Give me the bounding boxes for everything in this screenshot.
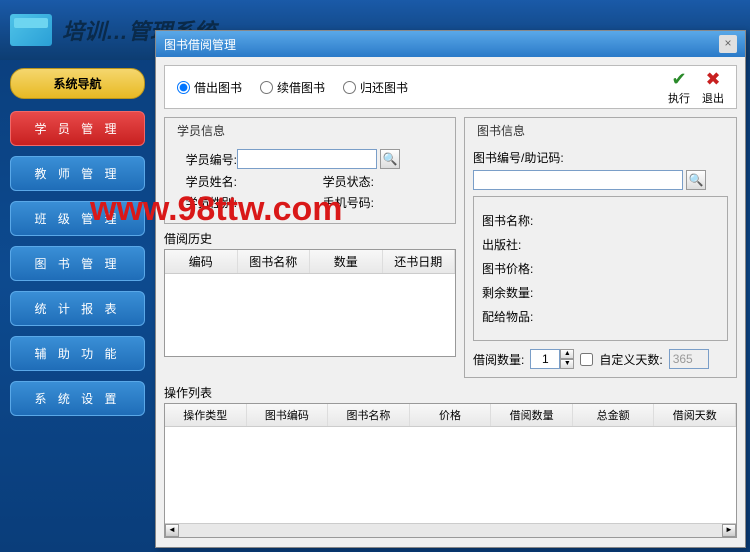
- book-publisher-label: 出版社:: [482, 236, 521, 253]
- toolbar: 借出图书 续借图书 归还图书 ✔ 执行 ✖ 退出: [164, 65, 737, 109]
- student-status-label: 学员状态:: [310, 173, 374, 190]
- history-col-return[interactable]: 还书日期: [383, 250, 456, 273]
- borrow-qty-input[interactable]: [530, 349, 560, 369]
- book-price-label: 图书价格:: [482, 260, 533, 277]
- ops-col-qty[interactable]: 借阅数量: [491, 404, 573, 426]
- student-phone-label: 手机号码:: [310, 194, 374, 211]
- ops-col-name[interactable]: 图书名称: [328, 404, 410, 426]
- search-icon: 🔍: [689, 173, 704, 187]
- close-icon[interactable]: ×: [719, 35, 737, 53]
- history-legend: 借阅历史: [164, 230, 456, 247]
- scroll-left-icon[interactable]: ◄: [165, 524, 179, 537]
- student-fieldset: 学员信息 学员编号: 🔍 学员姓名: 学员状态: 学员性别: 手机号码:: [164, 117, 456, 224]
- scroll-right-icon[interactable]: ►: [722, 524, 736, 537]
- book-search-button[interactable]: 🔍: [686, 170, 706, 190]
- sidebar: 系统导航 学 员 管 理 教 师 管 理 班 级 管 理 图 书 管 理 统 计…: [0, 60, 155, 434]
- book-name-label: 图书名称:: [482, 212, 533, 229]
- nav-header: 系统导航: [10, 68, 145, 99]
- spin-down-icon[interactable]: ▼: [560, 359, 574, 369]
- radio-borrow[interactable]: 借出图书: [177, 79, 242, 96]
- history-body[interactable]: [165, 274, 455, 356]
- ops-col-price[interactable]: 价格: [410, 404, 492, 426]
- book-fieldset: 图书信息 图书编号/助记码: 🔍 图书名称: 出版社: 图书价格: 剩余数量: …: [464, 117, 737, 378]
- execute-button[interactable]: ✔ 执行: [668, 69, 690, 106]
- ops-col-days[interactable]: 借阅天数: [654, 404, 736, 426]
- student-id-label: 学员编号:: [173, 151, 237, 168]
- student-gender-label: 学员性别:: [173, 194, 237, 211]
- nav-aux[interactable]: 辅 助 功 能: [10, 336, 145, 371]
- history-grid: 编码 图书名称 数量 还书日期: [164, 249, 456, 357]
- app-logo-icon: [10, 14, 52, 46]
- nav-book[interactable]: 图 书 管 理: [10, 246, 145, 281]
- close-x-icon: ✖: [705, 69, 720, 90]
- radio-return[interactable]: 归还图书: [343, 79, 408, 96]
- search-icon: 🔍: [383, 152, 398, 166]
- ops-legend: 操作列表: [164, 384, 737, 401]
- book-code-input[interactable]: [473, 170, 683, 190]
- scroll-track[interactable]: [179, 524, 722, 537]
- ops-col-type[interactable]: 操作类型: [165, 404, 247, 426]
- borrow-qty-label: 借阅数量:: [473, 351, 524, 368]
- book-remain-label: 剩余数量:: [482, 284, 533, 301]
- nav-report[interactable]: 统 计 报 表: [10, 291, 145, 326]
- dialog-book-borrow: 图书借阅管理 × 借出图书 续借图书 归还图书 ✔ 执行 ✖ 退出 学员信息 学…: [155, 30, 746, 548]
- book-code-label: 图书编号/助记码:: [473, 149, 564, 166]
- history-col-code[interactable]: 编码: [165, 250, 238, 273]
- check-icon: ✔: [671, 69, 686, 90]
- nav-settings[interactable]: 系 统 设 置: [10, 381, 145, 416]
- history-col-qty[interactable]: 数量: [310, 250, 383, 273]
- student-name-label: 学员姓名:: [173, 173, 237, 190]
- ops-body[interactable]: [165, 427, 736, 523]
- ops-scrollbar: ◄ ►: [165, 523, 736, 537]
- nav-class[interactable]: 班 级 管 理: [10, 201, 145, 236]
- student-id-input[interactable]: [237, 149, 377, 169]
- radio-renew[interactable]: 续借图书: [260, 79, 325, 96]
- book-items-label: 配给物品:: [482, 308, 533, 325]
- ops-col-total[interactable]: 总金额: [573, 404, 655, 426]
- nav-student[interactable]: 学 员 管 理: [10, 111, 145, 146]
- custom-days-checkbox[interactable]: [580, 353, 593, 366]
- student-search-button[interactable]: 🔍: [380, 149, 400, 169]
- book-info-box: 图书名称: 出版社: 图书价格: 剩余数量: 配给物品:: [473, 196, 728, 341]
- custom-days-label: 自定义天数:: [599, 351, 662, 368]
- ops-grid: 操作类型 图书编码 图书名称 价格 借阅数量 总金额 借阅天数 ◄ ►: [164, 403, 737, 538]
- history-col-name[interactable]: 图书名称: [238, 250, 311, 273]
- custom-days-input: [669, 349, 709, 369]
- dialog-title: 图书借阅管理: [164, 36, 236, 53]
- exit-button[interactable]: ✖ 退出: [702, 69, 724, 106]
- spin-up-icon[interactable]: ▲: [560, 349, 574, 359]
- nav-teacher[interactable]: 教 师 管 理: [10, 156, 145, 191]
- ops-col-code[interactable]: 图书编码: [247, 404, 329, 426]
